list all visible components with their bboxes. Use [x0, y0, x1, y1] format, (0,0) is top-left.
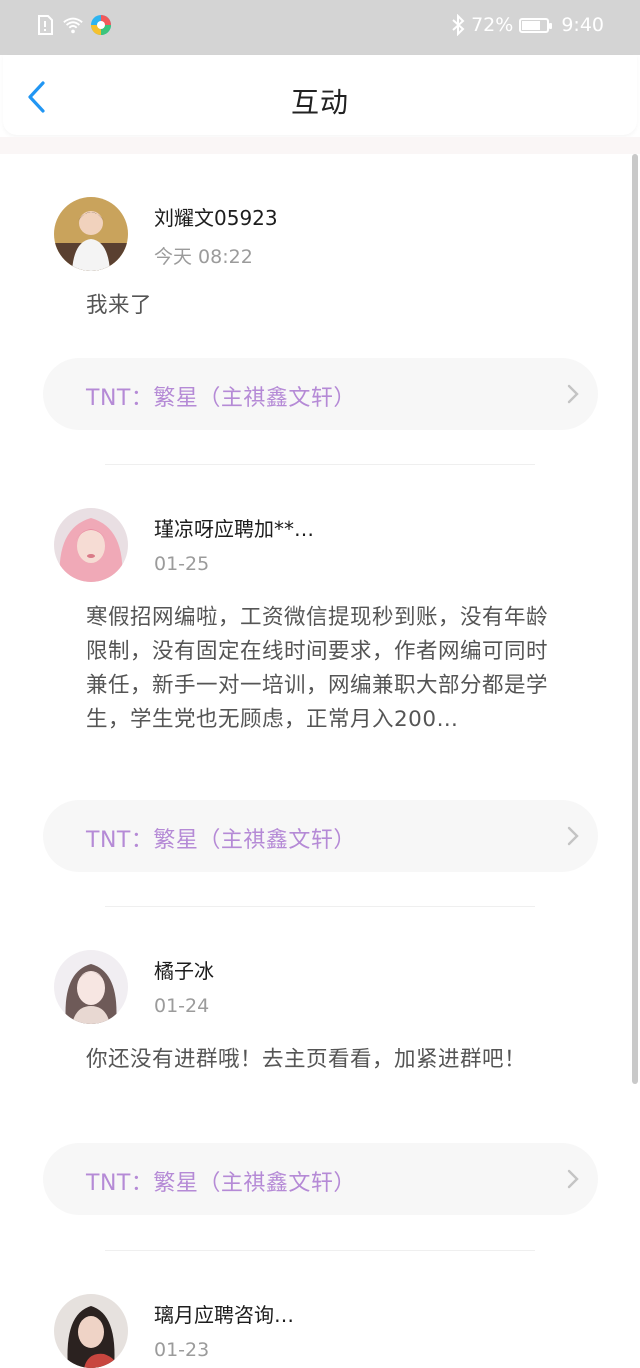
sim-alert-icon — [38, 15, 53, 35]
header-bar: 互动 — [3, 55, 637, 135]
scrollbar[interactable] — [632, 154, 638, 1084]
app-notification-icon — [91, 15, 111, 35]
chevron-right-icon — [567, 1169, 579, 1189]
username[interactable]: 橘子冰 — [154, 955, 214, 984]
feed-item: 璃月应聘咨询… 01-23 — [0, 1251, 640, 1368]
topic-card[interactable]: TNT：繁星（主祺鑫文轩） — [43, 1143, 598, 1215]
post-time: 01-23 — [154, 1339, 210, 1361]
username[interactable]: 璃月应聘咨询… — [154, 1299, 294, 1328]
post-time: 今天 08:22 — [154, 246, 253, 268]
avatar[interactable] — [54, 1294, 128, 1368]
post-time: 01-25 — [154, 553, 210, 575]
status-bar: 72% 9:40 — [0, 0, 640, 55]
avatar[interactable] — [54, 197, 128, 271]
post-content[interactable]: 寒假招网编啦，工资微信提现秒到账，没有年龄限制，没有固定在线时间要求，作者网编可… — [86, 601, 566, 737]
battery-percent: 72% — [471, 14, 514, 36]
chevron-right-icon — [567, 826, 579, 846]
topic-label: TNT：繁星（主祺鑫文轩） — [86, 1171, 356, 1196]
feed-item: 刘耀文05923 今天 08:22 我来了 TNT：繁星（主祺鑫文轩） — [0, 154, 640, 465]
topic-card[interactable]: TNT：繁星（主祺鑫文轩） — [43, 800, 598, 872]
topic-label: TNT：繁星（主祺鑫文轩） — [86, 828, 356, 853]
topic-card[interactable]: TNT：繁星（主祺鑫文轩） — [43, 358, 598, 430]
topic-label: TNT：繁星（主祺鑫文轩） — [86, 386, 356, 411]
page-title: 互动 — [290, 86, 349, 119]
avatar[interactable] — [54, 508, 128, 582]
header-separator — [0, 137, 640, 154]
feed-item: 橘子冰 01-24 你还没有进群哦！去主页看看，加紧进群吧！ TNT：繁星（主祺… — [0, 907, 640, 1251]
username[interactable]: 刘耀文05923 — [154, 202, 278, 231]
wifi-icon — [63, 17, 83, 34]
avatar[interactable] — [54, 950, 128, 1024]
battery-icon — [519, 17, 553, 33]
username[interactable]: 瑾凉呀应聘加**… — [154, 513, 314, 542]
post-content[interactable]: 我来了 — [86, 289, 566, 323]
clock: 9:40 — [561, 14, 604, 36]
chevron-right-icon — [567, 384, 579, 404]
feed-item: 瑾凉呀应聘加**… 01-25 寒假招网编啦，工资微信提现秒到账，没有年龄限制，… — [0, 465, 640, 907]
bluetooth-icon — [452, 14, 465, 36]
post-time: 01-24 — [154, 995, 210, 1017]
post-content[interactable]: 你还没有进群哦！去主页看看，加紧进群吧！ — [86, 1043, 566, 1077]
battery-level-fill — [522, 20, 540, 30]
